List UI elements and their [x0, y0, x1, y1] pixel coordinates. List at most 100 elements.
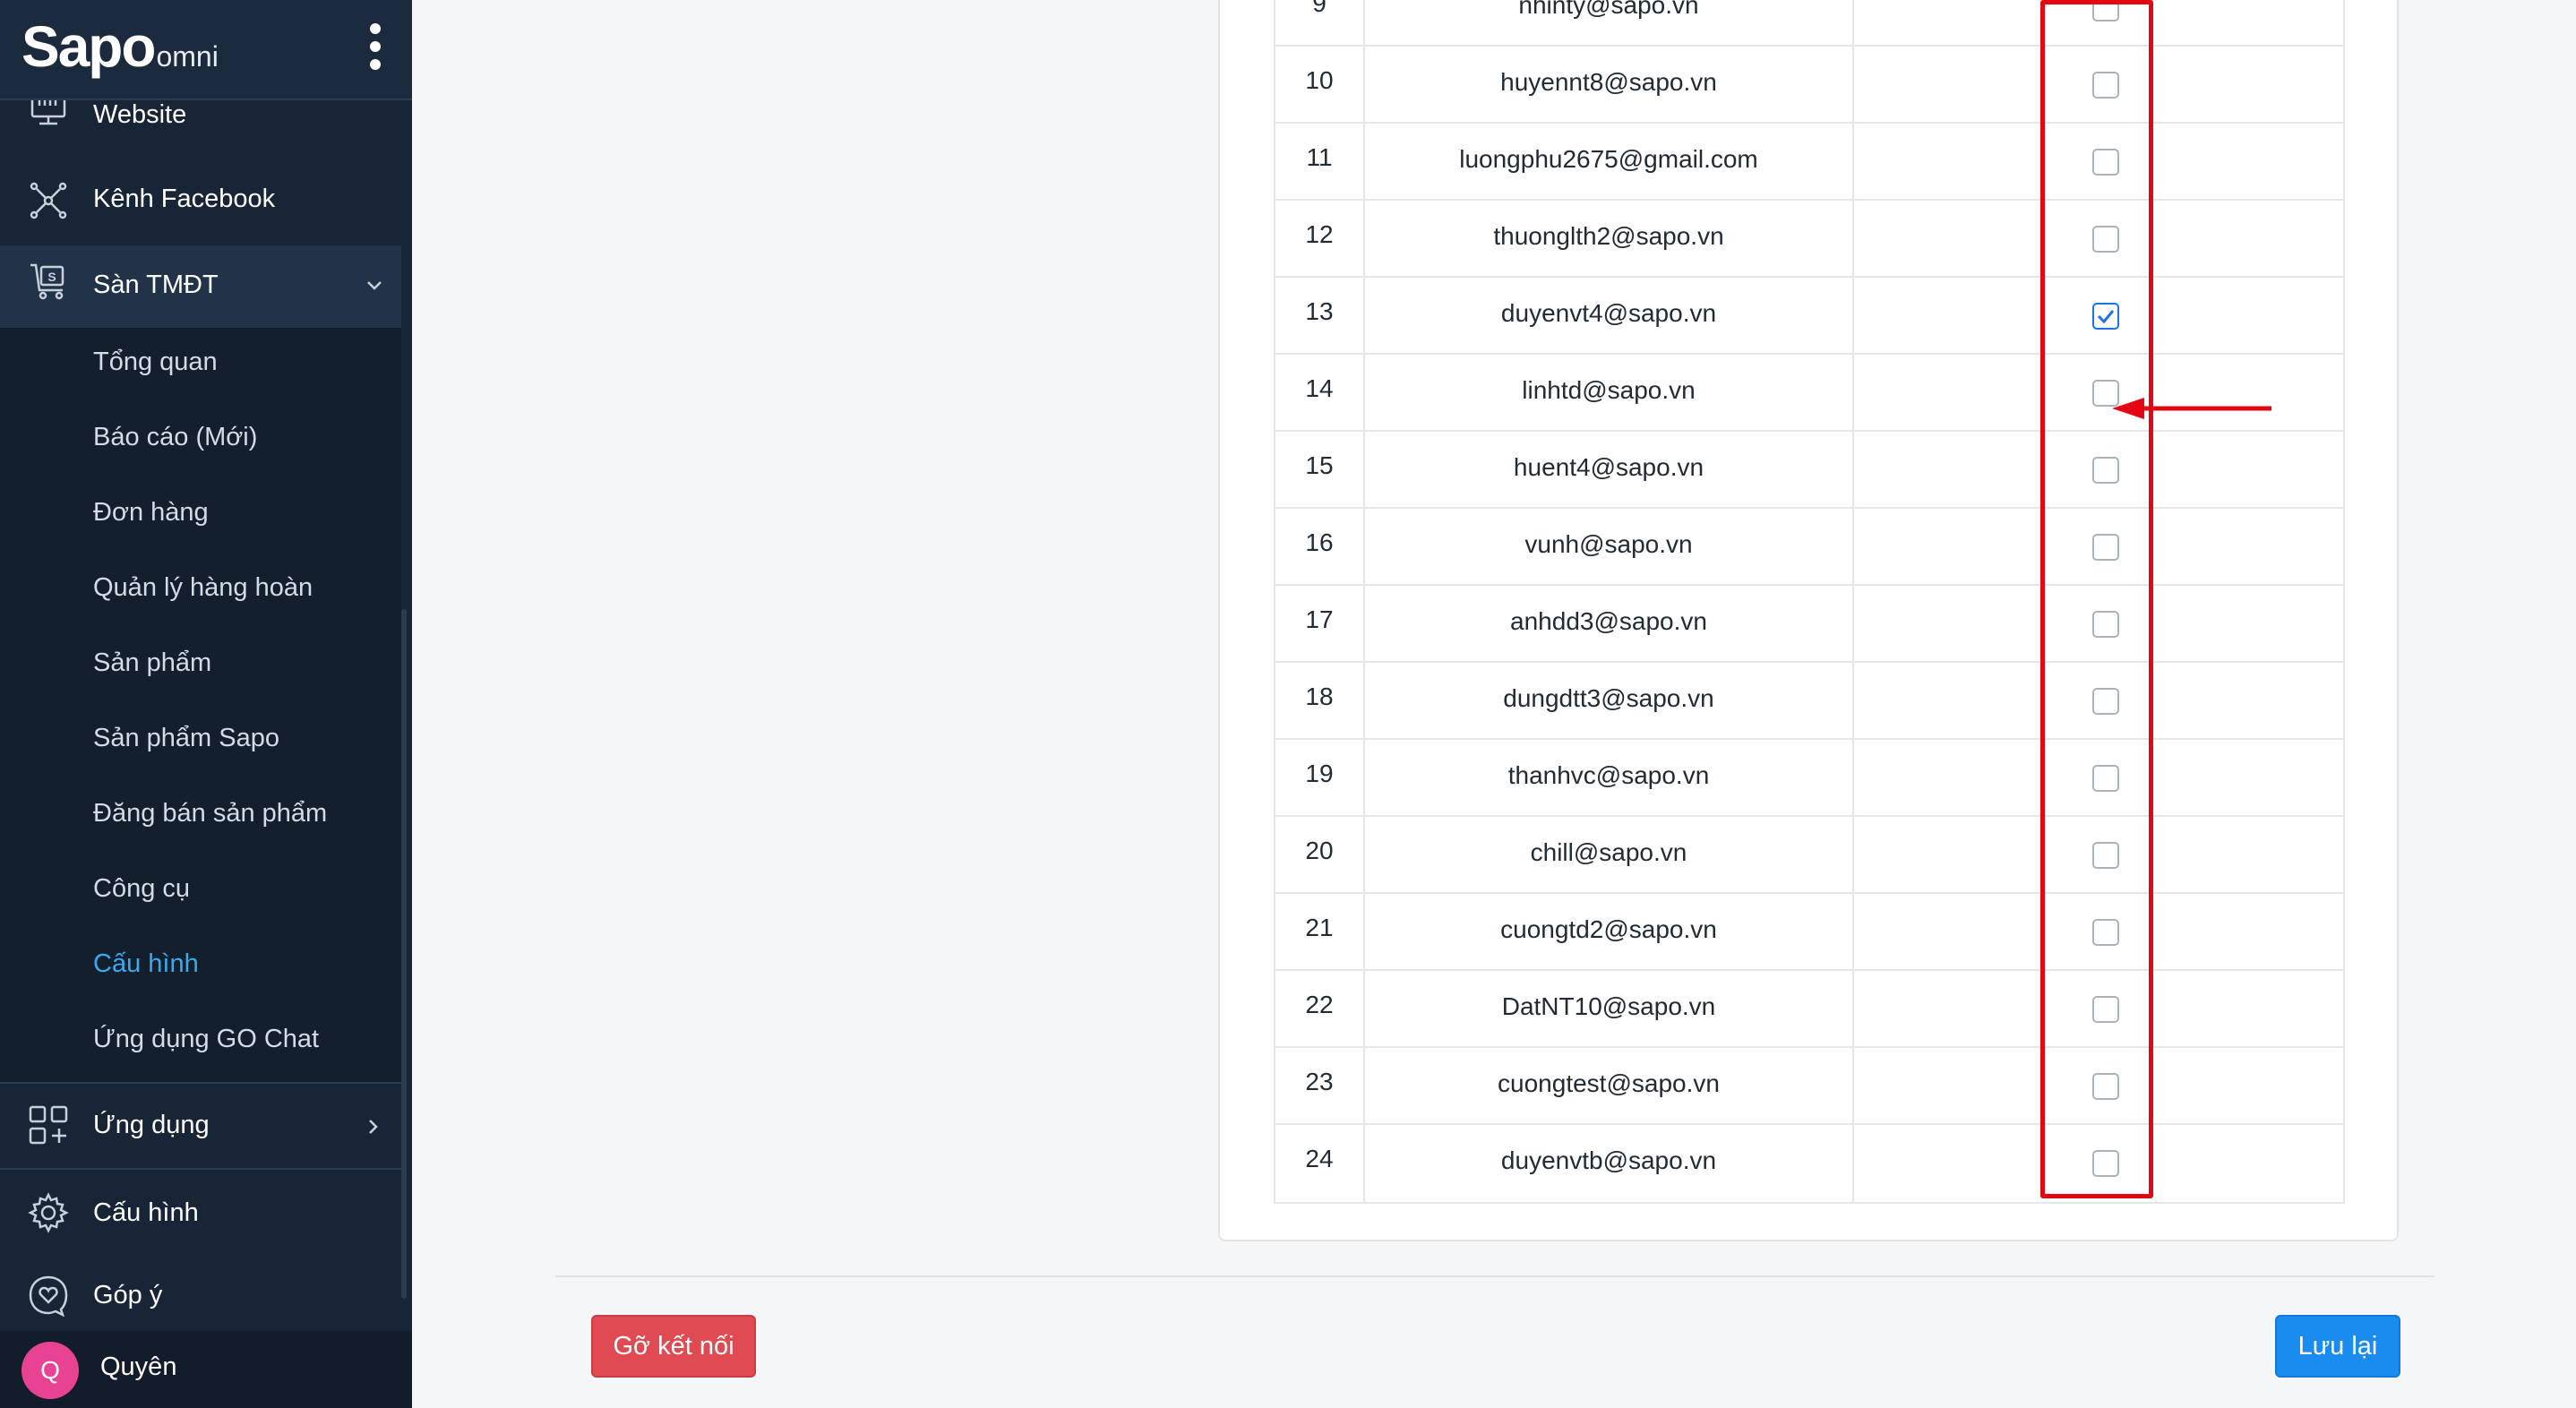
submenu-reports[interactable]: Báo cáo (Mới) — [0, 403, 401, 478]
row-number: 16 — [1275, 509, 1365, 584]
permission-cell — [1854, 201, 2343, 276]
table-row: 11 luongphu2675@gmail.com — [1275, 124, 2343, 201]
permission-cell — [1854, 740, 2343, 815]
logo-brand: Sapo — [21, 14, 156, 79]
submenu-overview[interactable]: Tổng quan — [0, 328, 401, 403]
submenu-label: Đơn hàng — [93, 498, 209, 527]
staff-email: cuongtest@sapo.vn — [1365, 1048, 1854, 1123]
sidebar-item-label: Sàn TMĐT — [93, 270, 219, 299]
permission-checkbox[interactable] — [2092, 226, 2119, 253]
submenu-label: Tổng quan — [93, 348, 218, 376]
gear-icon — [28, 1192, 69, 1233]
sidebar-item-settings[interactable]: Cấu hình — [0, 1170, 401, 1254]
permission-checkbox[interactable] — [2092, 919, 2119, 946]
table-row: 10 huyennt8@sapo.vn — [1275, 47, 2343, 124]
permission-checkbox[interactable] — [2092, 1150, 2119, 1177]
permission-cell — [1854, 47, 2343, 122]
sapo-logo[interactable]: Sapo omni — [21, 11, 219, 82]
row-number: 14 — [1275, 355, 1365, 430]
staff-email: nhinty@sapo.vn — [1365, 0, 1854, 45]
permission-checkbox[interactable] — [2092, 611, 2119, 638]
disconnect-button[interactable]: Gỡ kết nối — [591, 1315, 756, 1378]
sidebar-item-label: Cấu hình — [93, 1198, 199, 1227]
staff-email: huent4@sapo.vn — [1365, 432, 1854, 507]
row-number: 10 — [1275, 47, 1365, 122]
annotation-arrow-icon — [2112, 398, 2271, 419]
row-number: 21 — [1275, 894, 1365, 969]
permission-cell — [1854, 509, 2343, 584]
permission-cell — [1854, 817, 2343, 892]
staff-email: duyenvtb@sapo.vn — [1365, 1125, 1854, 1202]
permission-cell — [1854, 124, 2343, 199]
permission-checkbox[interactable] — [2092, 842, 2119, 869]
avatar: Q — [21, 1342, 79, 1399]
submenu-returns[interactable]: Quản lý hàng hoàn — [0, 554, 401, 629]
table-row: 9 nhinty@sapo.vn — [1275, 0, 2343, 47]
more-menu-icon[interactable] — [364, 21, 387, 72]
permission-cell — [1854, 663, 2343, 738]
permission-checkbox[interactable] — [2092, 457, 2119, 484]
permission-cell — [1854, 432, 2343, 507]
submenu-label: Sản phẩm Sapo — [93, 724, 279, 752]
website-icon — [30, 100, 66, 125]
sidebar-scrollbar[interactable] — [401, 609, 407, 1299]
sidebar-item-website[interactable]: Website — [0, 100, 401, 133]
row-number: 13 — [1275, 278, 1365, 353]
submenu-products[interactable]: Sản phẩm — [0, 629, 401, 704]
permission-checkbox[interactable] — [2092, 996, 2119, 1023]
footer-divider — [555, 1275, 2434, 1277]
submenu-label: Công cụ — [93, 874, 191, 903]
marketplace-cart-icon: S — [30, 263, 64, 300]
row-number: 19 — [1275, 740, 1365, 815]
permission-checkbox[interactable] — [2092, 72, 2119, 99]
permission-checkbox[interactable] — [2092, 688, 2119, 715]
row-number: 9 — [1275, 0, 1365, 45]
submenu-settings[interactable]: Cấu hình — [0, 930, 401, 1005]
sidebar-item-marketplace[interactable]: S Sàn TMĐT — [0, 245, 401, 328]
sidebar-item-label: Góp ý — [93, 1281, 163, 1309]
staff-email: huyennt8@sapo.vn — [1365, 47, 1854, 122]
user-profile[interactable]: Q Quyên — [0, 1331, 412, 1408]
row-number: 11 — [1275, 124, 1365, 199]
submenu-tools[interactable]: Công cụ — [0, 854, 401, 930]
permission-cell — [1854, 1125, 2343, 1202]
permission-cell — [1854, 971, 2343, 1046]
submenu-sapo-products[interactable]: Sản phẩm Sapo — [0, 704, 401, 779]
row-number: 17 — [1275, 586, 1365, 661]
staff-email: thanhvc@sapo.vn — [1365, 740, 1854, 815]
row-number: 15 — [1275, 432, 1365, 507]
row-number: 18 — [1275, 663, 1365, 738]
table-row: 22 DatNT10@sapo.vn — [1275, 971, 2343, 1048]
permission-cell — [1854, 894, 2343, 969]
permission-checkbox[interactable] — [2092, 0, 2119, 21]
user-name: Quyên — [100, 1352, 177, 1381]
sidebar-item-apps[interactable]: Ứng dụng — [0, 1084, 401, 1168]
svg-text:S: S — [47, 270, 56, 284]
checkmark-icon — [2097, 310, 2115, 324]
submenu-go-chat[interactable]: Ứng dụng GO Chat — [0, 1005, 401, 1082]
staff-email: linhtd@sapo.vn — [1365, 355, 1854, 430]
submenu-orders[interactable]: Đơn hàng — [0, 478, 401, 554]
submenu-list-products[interactable]: Đăng bán sản phẩm — [0, 779, 401, 854]
permission-checkbox[interactable] — [2092, 765, 2119, 792]
row-number: 22 — [1275, 971, 1365, 1046]
permission-checkbox[interactable] — [2092, 1073, 2119, 1100]
submenu-label: Ứng dụng GO Chat — [93, 1025, 320, 1053]
staff-email: DatNT10@sapo.vn — [1365, 971, 1854, 1046]
permission-cell — [1854, 278, 2343, 353]
table-row: 13 duyenvt4@sapo.vn — [1275, 278, 2343, 355]
table-row: 16 vunh@sapo.vn — [1275, 509, 2343, 586]
permission-checkbox[interactable] — [2092, 149, 2119, 176]
table-row: 24 duyenvtb@sapo.vn — [1275, 1125, 2343, 1202]
table-row: 17 anhdd3@sapo.vn — [1275, 586, 2343, 663]
chevron-right-icon — [369, 1120, 378, 1134]
row-number: 23 — [1275, 1048, 1365, 1123]
sidebar-item-facebook[interactable]: Kênh Facebook — [0, 161, 401, 240]
permission-checkbox[interactable] — [2092, 303, 2119, 330]
save-button[interactable]: Lưu lại — [2275, 1315, 2400, 1378]
permission-cell — [1854, 586, 2343, 661]
staff-table: 9 nhinty@sapo.vn 10 huyennt8@sapo.vn 11 luong… — [1274, 0, 2345, 1204]
sidebar-item-feedback[interactable]: Góp ý — [0, 1254, 401, 1331]
permission-checkbox[interactable] — [2092, 534, 2119, 561]
table-row: 15 huent4@sapo.vn — [1275, 432, 2343, 509]
